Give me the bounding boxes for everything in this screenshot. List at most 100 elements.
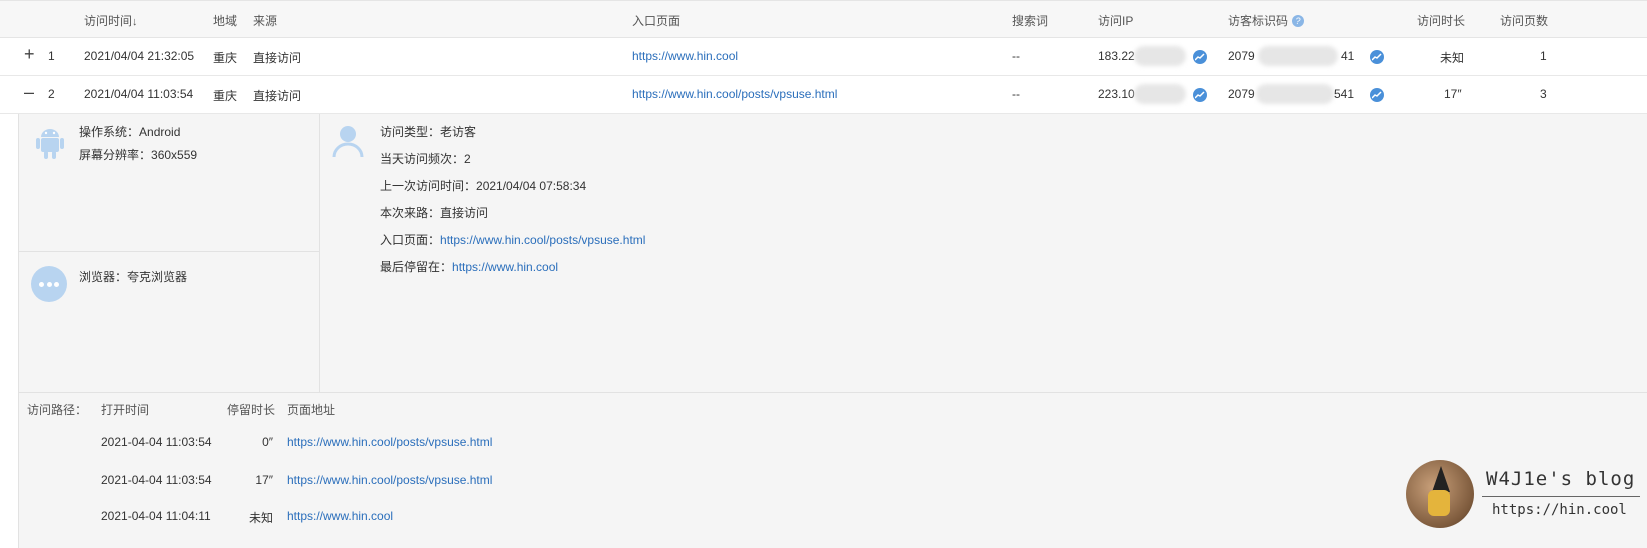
path-url-link[interactable]: https://www.hin.cool bbox=[287, 509, 393, 523]
path-col-url: 页面地址 bbox=[287, 403, 336, 417]
resolution-info: 屏幕分辨率：360x559 bbox=[79, 146, 197, 163]
visitor-redaction bbox=[1258, 46, 1338, 66]
last-visit-label: 上一次访问时间： bbox=[380, 179, 477, 193]
last-stay-link[interactable]: https://www.hin.cool bbox=[452, 260, 558, 274]
last-stay: 最后停留在：https://www.hin.cool bbox=[380, 258, 558, 275]
device-panel: 操作系统：Android 屏幕分辨率：360x559 bbox=[19, 114, 320, 252]
row-visitor-suffix: 541 bbox=[1334, 87, 1355, 101]
visit-type: 访问类型：老访客 bbox=[380, 123, 476, 140]
visit-detail-panel: 操作系统：Android 屏幕分辨率：360x559 浏览器：夸克浏览器 访问类… bbox=[18, 114, 1647, 548]
referrer-label: 本次来路： bbox=[380, 206, 441, 220]
sort-down-icon[interactable]: ↓ bbox=[132, 16, 138, 28]
visit-path-panel: 访问路径： 打开时间 停留时长 页面地址 2021-04-04 11:03:54… bbox=[19, 392, 1647, 548]
row-time: 2021/04/04 11:03:54 bbox=[84, 87, 194, 101]
header-visitor-id-label: 访客标识码 bbox=[1228, 14, 1289, 28]
path-stay: 0″ bbox=[262, 435, 273, 449]
browser-panel: 浏览器：夸克浏览器 bbox=[19, 252, 320, 392]
table-row: + 1 2021/04/04 21:32:05 重庆 直接访问 https://… bbox=[0, 38, 1647, 76]
path-url-link[interactable]: https://www.hin.cool/posts/vpsuse.html bbox=[287, 435, 492, 449]
watermark-title: W4J1e's blog bbox=[1486, 468, 1636, 490]
last-visit-time: 上一次访问时间：2021/04/04 07:58:34 bbox=[380, 177, 586, 194]
row-index: 1 bbox=[48, 49, 55, 63]
entry-link[interactable]: https://www.hin.cool/posts/vpsuse.html bbox=[440, 233, 645, 247]
header-visit-time-label: 访问时间 bbox=[84, 14, 133, 28]
path-title: 访问路径： bbox=[27, 403, 88, 417]
trend-icon[interactable] bbox=[1370, 50, 1384, 64]
row-entry-link[interactable]: https://www.hin.cool/posts/vpsuse.html bbox=[632, 87, 837, 101]
os-label: 操作系统： bbox=[79, 125, 140, 139]
row-index: 2 bbox=[48, 87, 55, 101]
daily-freq-label: 当天访问频次： bbox=[380, 152, 465, 166]
row-region: 重庆 bbox=[213, 51, 238, 65]
header-source: 来源 bbox=[253, 14, 278, 28]
trend-icon[interactable] bbox=[1370, 88, 1384, 102]
path-stay: 17″ bbox=[255, 473, 273, 487]
visitor-info-panel: 访问类型：老访客 当天访问频次：2 上一次访问时间：2021/04/04 07:… bbox=[320, 114, 1647, 392]
path-stay: 未知 bbox=[248, 511, 273, 525]
visitor-redaction bbox=[1256, 84, 1334, 104]
last-visit-value: 2021/04/04 07:58:34 bbox=[476, 179, 587, 193]
row-ip: 183.22 bbox=[1098, 49, 1135, 63]
daily-frequency: 当天访问频次：2 bbox=[380, 150, 471, 167]
blog-watermark: W4J1e's blog https://hin.cool bbox=[1406, 460, 1642, 532]
browser-icon bbox=[31, 266, 67, 302]
row-visitor-prefix: 2079 bbox=[1228, 49, 1255, 63]
row-search-term: -- bbox=[1012, 87, 1020, 101]
watermark-divider bbox=[1482, 496, 1640, 497]
table-row: – 2 2021/04/04 11:03:54 重庆 直接访问 https://… bbox=[0, 76, 1647, 114]
referrer-value: 直接访问 bbox=[440, 206, 489, 220]
header-pages: 访问页数 bbox=[1500, 14, 1549, 28]
header-duration: 访问时长 bbox=[1417, 14, 1466, 28]
browser-value: 夸克浏览器 bbox=[127, 270, 188, 284]
row-ip: 223.10 bbox=[1098, 87, 1135, 101]
path-open-time: 2021-04-04 11:04:11 bbox=[101, 509, 211, 523]
row-time: 2021/04/04 21:32:05 bbox=[84, 49, 195, 63]
row-search-term: -- bbox=[1012, 49, 1020, 63]
entry-label: 入口页面： bbox=[380, 233, 441, 247]
row-visitor-prefix: 2079 bbox=[1228, 87, 1255, 101]
collapse-icon[interactable]: – bbox=[24, 82, 34, 103]
browser-label: 浏览器： bbox=[79, 270, 128, 284]
resolution-value: 360x559 bbox=[151, 148, 198, 162]
path-url-link[interactable]: https://www.hin.cool/posts/vpsuse.html bbox=[287, 473, 492, 487]
last-stay-label: 最后停留在： bbox=[380, 260, 453, 274]
header-search-term: 搜索词 bbox=[1012, 14, 1049, 28]
visit-type-label: 访问类型： bbox=[380, 125, 441, 139]
path-col-stay: 停留时长 bbox=[227, 403, 276, 417]
row-duration: 17″ bbox=[1444, 87, 1462, 101]
row-source: 直接访问 bbox=[253, 51, 302, 65]
watermark-url: https://hin.cool bbox=[1492, 502, 1627, 518]
row-source: 直接访问 bbox=[253, 89, 302, 103]
table-header: 访问时间↓ 地域 来源 入口页面 搜索词 访问IP 访客标识码? 访问时长 访问… bbox=[0, 0, 1647, 38]
daily-freq-value: 2 bbox=[464, 152, 471, 166]
help-icon[interactable]: ? bbox=[1292, 15, 1305, 27]
row-duration: 未知 bbox=[1440, 51, 1465, 65]
header-entry-page: 入口页面 bbox=[632, 14, 681, 28]
path-open-time: 2021-04-04 11:03:54 bbox=[101, 435, 212, 449]
row-visitor-suffix: 41 bbox=[1341, 49, 1355, 63]
os-info: 操作系统：Android bbox=[79, 123, 180, 140]
header-visit-ip: 访问IP bbox=[1098, 14, 1134, 28]
row-entry-link[interactable]: https://www.hin.cool bbox=[632, 49, 738, 63]
trend-icon[interactable] bbox=[1193, 50, 1207, 64]
header-region: 地域 bbox=[213, 14, 238, 28]
row-region: 重庆 bbox=[213, 89, 238, 103]
resolution-label: 屏幕分辨率： bbox=[79, 148, 152, 162]
referrer: 本次来路：直接访问 bbox=[380, 204, 488, 221]
expand-icon[interactable]: + bbox=[24, 44, 35, 65]
ip-redaction bbox=[1134, 84, 1186, 104]
android-icon bbox=[36, 129, 64, 159]
entry-page: 入口页面：https://www.hin.cool/posts/vpsuse.h… bbox=[380, 231, 645, 248]
visit-type-value: 老访客 bbox=[440, 125, 477, 139]
browser-info: 浏览器：夸克浏览器 bbox=[79, 268, 187, 285]
trend-icon[interactable] bbox=[1193, 88, 1207, 102]
user-icon bbox=[332, 126, 364, 158]
row-pages: 3 bbox=[1540, 87, 1547, 101]
row-pages: 1 bbox=[1540, 49, 1547, 63]
path-open-time: 2021-04-04 11:03:54 bbox=[101, 473, 212, 487]
header-visitor-id: 访客标识码? bbox=[1228, 12, 1305, 29]
os-value: Android bbox=[139, 125, 181, 139]
path-col-open: 打开时间 bbox=[101, 403, 150, 417]
header-visit-time[interactable]: 访问时间↓ bbox=[84, 12, 138, 29]
watermark-avatar bbox=[1406, 460, 1474, 528]
